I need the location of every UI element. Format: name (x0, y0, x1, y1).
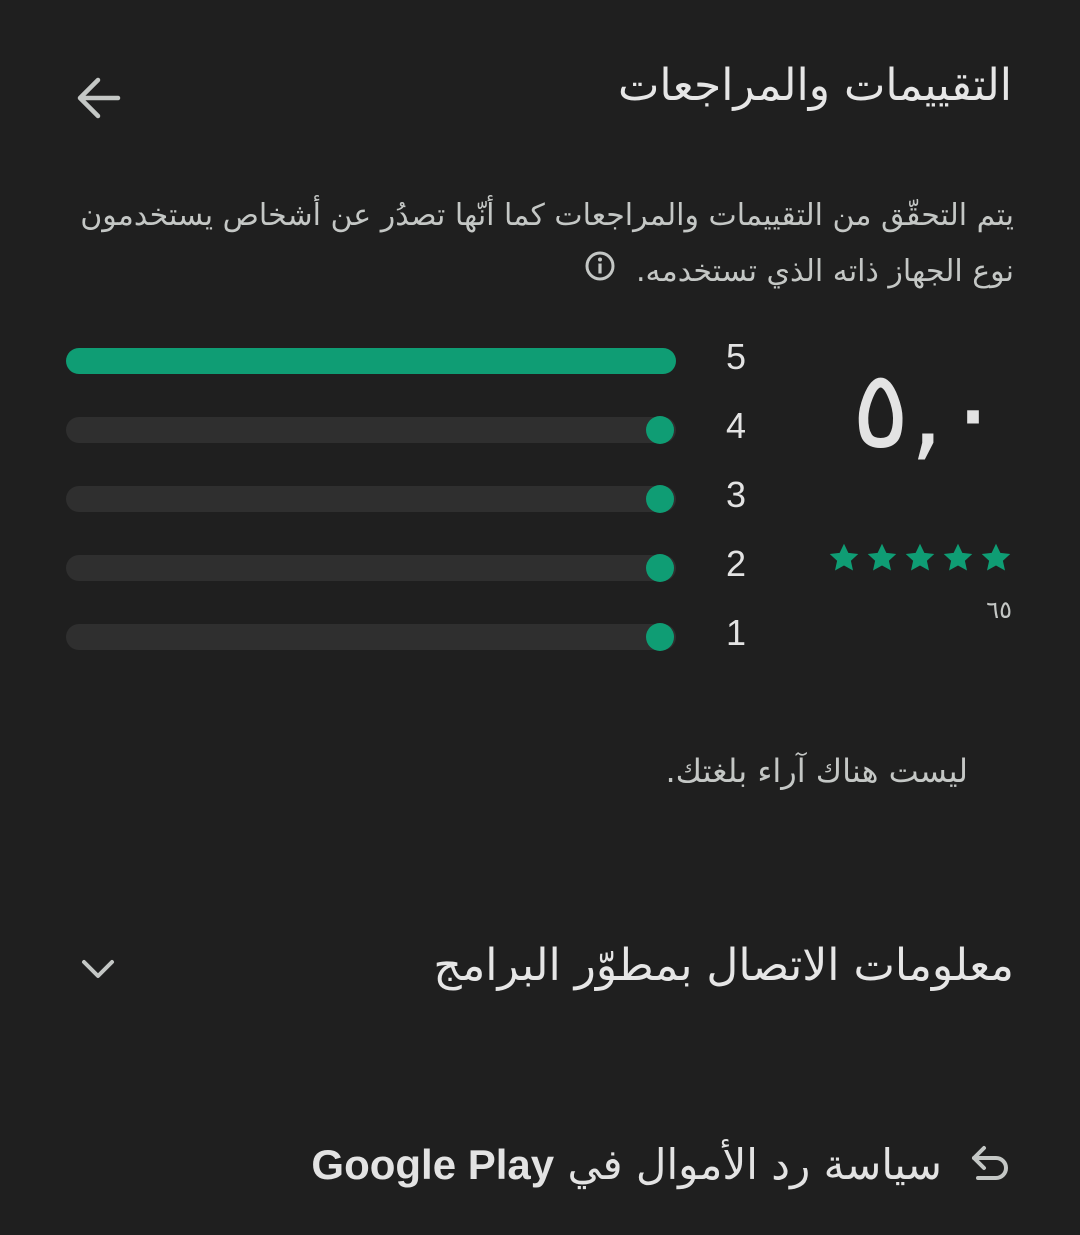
histogram-bar-track (66, 348, 676, 374)
histogram-bar-track (66, 416, 676, 444)
histogram-row: 3 (66, 474, 766, 515)
histogram-bar-track (66, 623, 676, 651)
histogram-star-label: 1 (726, 612, 747, 653)
star-rating (826, 540, 1014, 576)
star-icon (981, 543, 1011, 571)
description-text: يتم التحقّق من التقييمات والمراجعات كما … (80, 198, 1014, 289)
page-title: التقييمات والمراجعات (617, 60, 1012, 111)
star-icon (943, 543, 973, 571)
back-button[interactable] (66, 66, 130, 130)
arrow-back-icon (77, 77, 121, 119)
histogram-star-label: 2 (726, 543, 747, 584)
developer-contact-section[interactable]: معلومات الاتصال بمطوّر البرامج (66, 940, 1014, 1010)
refund-policy-label: سياسة رد الأموال في (567, 1139, 943, 1189)
star-icon (867, 543, 897, 571)
histogram-bar-dot (646, 485, 674, 513)
developer-contact-title: معلومات الاتصال بمطوّر البرامج (433, 940, 1014, 991)
google-play-brand: Google Play (311, 1140, 555, 1188)
histogram-bar-dot (646, 623, 674, 651)
histogram-row: 4 (66, 405, 766, 446)
histogram-row: 1 (66, 612, 766, 653)
histogram-row: 5 (66, 336, 766, 377)
refund-policy-text: سياسة رد الأموال في Google Play (311, 1140, 942, 1189)
histogram-bar-track (66, 485, 676, 513)
rating-count: ٦٥ (986, 596, 1012, 624)
histogram-bar-track (66, 554, 676, 582)
verification-description: يتم التحقّق من التقييمات والمراجعات كما … (64, 188, 1014, 301)
no-reviews-message: ليست هناك آراء بلغتك. (665, 752, 968, 790)
average-rating: ٥,٠ (851, 348, 1002, 473)
info-icon[interactable] (584, 245, 616, 301)
refund-policy-link[interactable]: سياسة رد الأموال في Google Play (311, 1132, 1014, 1196)
chevron-down-icon (82, 960, 114, 978)
histogram-bar-fill (66, 348, 676, 374)
star-icon (829, 543, 859, 571)
histogram-star-label: 5 (726, 336, 747, 377)
histogram-bar-dot (646, 416, 674, 444)
refund-arrow-icon (972, 1146, 1008, 1180)
histogram-row: 2 (66, 543, 766, 584)
histogram-star-label: 3 (726, 474, 747, 515)
histogram-star-label: 4 (726, 405, 747, 446)
star-icon (905, 543, 935, 571)
histogram-bar-dot (646, 554, 674, 582)
